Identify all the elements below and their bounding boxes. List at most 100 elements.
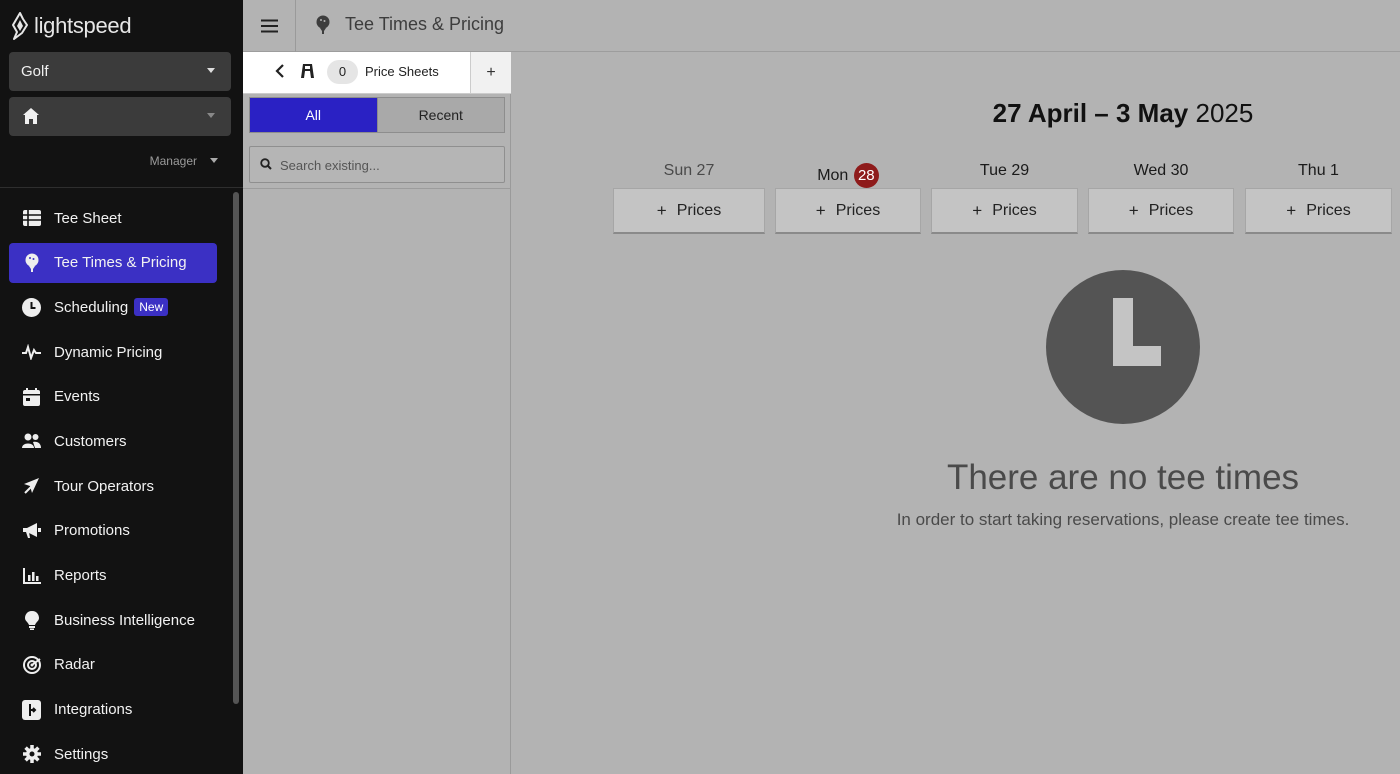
price-sheets-panel: 0 Price Sheets + All Recent [243, 52, 511, 774]
sidebar-item-tee-times-pricing[interactable]: Tee Times & Pricing [9, 242, 217, 283]
integrations-icon [22, 699, 41, 720]
plus-icon: + [972, 200, 983, 220]
users-icon [22, 432, 41, 451]
day-header: Sun 27 [663, 162, 715, 179]
sidebar-item-radar[interactable]: Radar [9, 645, 217, 685]
sidebar-item-label: Promotions [54, 522, 130, 540]
today-badge: 28 [853, 163, 879, 188]
sidebar-item-events[interactable]: Events [9, 377, 217, 417]
clock-icon [1046, 270, 1200, 424]
brand-logo[interactable]: lightspeed [10, 12, 132, 40]
sidebar-item-label: Integrations [54, 701, 133, 719]
sidebar-item-label: Business Intelligence [54, 611, 195, 629]
sidebar-item-settings[interactable]: Settings [9, 734, 217, 774]
clock-hand [1113, 346, 1161, 366]
search-box [249, 146, 505, 183]
sidebar-item-label: Radar [54, 656, 95, 674]
sidebar-item-tee-sheet[interactable]: Tee Sheet [9, 198, 217, 238]
course-select-value: Golf [21, 63, 49, 80]
price-sheet-tabs: All Recent [249, 97, 505, 133]
price-sheets-header: 0 Price Sheets + [243, 52, 511, 94]
sidebar-item-reports[interactable]: Reports [9, 556, 217, 596]
sidebar-item-label: Scheduling [54, 298, 129, 316]
plus-icon: + [1128, 200, 1139, 220]
day-header-today: Mon 28 [775, 163, 921, 188]
sidebar: lightspeed Golf Manager Tee Sheet Tee Ti… [0, 0, 243, 774]
chevron-left-icon[interactable] [275, 64, 285, 78]
sidebar-nav: Tee Sheet Tee Times & Pricing Scheduling… [9, 198, 217, 774]
day-name: Mon [817, 167, 849, 184]
sidebar-scrollbar[interactable] [233, 192, 239, 704]
sidebar-item-label: Reports [54, 567, 107, 584]
brand-name: lightspeed [34, 13, 132, 38]
chevron-down-icon[interactable] [210, 158, 218, 163]
sidebar-item-label: Dynamic Pricing [54, 343, 163, 361]
price-sheet-icon [301, 64, 314, 78]
page-title: Tee Times & Pricing [345, 14, 505, 34]
new-badge: New [134, 298, 169, 317]
add-prices-button[interactable]: + Prices [1088, 188, 1234, 234]
golf-tee-icon [22, 253, 41, 272]
radar-icon [22, 655, 41, 674]
search-icon [260, 158, 272, 170]
sidebar-item-scheduling[interactable]: Scheduling New [9, 287, 217, 327]
lightbulb-icon [22, 610, 41, 630]
prices-label: Prices [992, 201, 1037, 219]
prices-label: Prices [1148, 201, 1194, 219]
home-icon [23, 108, 39, 124]
pulse-icon [22, 343, 41, 362]
week-year: 2025 [1195, 98, 1254, 128]
day-header: Wed 30 [1133, 162, 1189, 179]
plus-icon: + [1286, 200, 1297, 220]
sidebar-item-label: Tour Operators [54, 477, 155, 495]
day-header: Tue 29 [979, 162, 1030, 179]
tab-all[interactable]: All [250, 98, 377, 132]
prices-label: Prices [676, 201, 722, 219]
add-prices-button[interactable]: + Prices [613, 188, 765, 234]
empty-state-title: There are no tee times [946, 458, 1300, 497]
bar-chart-icon [22, 566, 41, 585]
menu-toggle-button[interactable] [243, 0, 296, 52]
sidebar-item-dynamic-pricing[interactable]: Dynamic Pricing [9, 332, 217, 372]
week-range: 27 April – 3 May [992, 98, 1189, 128]
gear-icon [22, 745, 41, 764]
sidebar-item-integrations[interactable]: Integrations [9, 690, 217, 730]
sidebar-item-label: Settings [54, 745, 109, 763]
hamburger-icon [260, 19, 278, 33]
add-prices-button[interactable]: + Prices [1245, 188, 1392, 234]
golf-tee-icon [316, 15, 330, 34]
add-prices-button[interactable]: + Prices [775, 188, 921, 234]
calendar-icon [22, 387, 41, 406]
sidebar-item-promotions[interactable]: Promotions [9, 511, 217, 551]
week-range-title: 27 April – 3 May 2025 [900, 98, 1346, 129]
prices-label: Prices [835, 201, 881, 219]
sidebar-item-label: Tee Sheet [54, 209, 122, 227]
plus-icon: + [815, 200, 826, 220]
role-menu[interactable]: Manager [150, 154, 197, 168]
tab-recent[interactable]: Recent [376, 98, 504, 132]
empty-state-subtitle: In order to start taking reservations, p… [896, 510, 1350, 529]
location-select[interactable] [9, 97, 231, 136]
top-bar: Tee Times & Pricing [243, 0, 1400, 52]
divider [243, 188, 511, 189]
chevron-down-icon [207, 113, 215, 118]
day-header: Thu 1 [1298, 162, 1339, 179]
add-price-sheet-button[interactable]: + [470, 52, 511, 93]
plus-icon: + [656, 200, 667, 220]
price-sheets-count: 0 [327, 60, 358, 84]
megaphone-icon [22, 521, 41, 540]
clock-icon [22, 297, 41, 317]
sidebar-item-label: Events [54, 388, 100, 406]
course-select[interactable]: Golf [9, 52, 231, 91]
prices-label: Prices [1306, 201, 1351, 219]
sidebar-item-customers[interactable]: Customers [9, 421, 217, 461]
sidebar-item-label: Tee Times & Pricing [54, 254, 187, 272]
sidebar-item-business-intelligence[interactable]: Business Intelligence [9, 600, 217, 640]
add-prices-button[interactable]: + Prices [931, 188, 1078, 234]
divider [0, 187, 243, 188]
chevron-down-icon [207, 68, 215, 73]
sidebar-item-tour-operators[interactable]: Tour Operators [9, 466, 217, 506]
flame-icon [12, 12, 28, 40]
sidebar-item-label: Customers [54, 432, 127, 450]
search-input[interactable] [280, 155, 495, 175]
